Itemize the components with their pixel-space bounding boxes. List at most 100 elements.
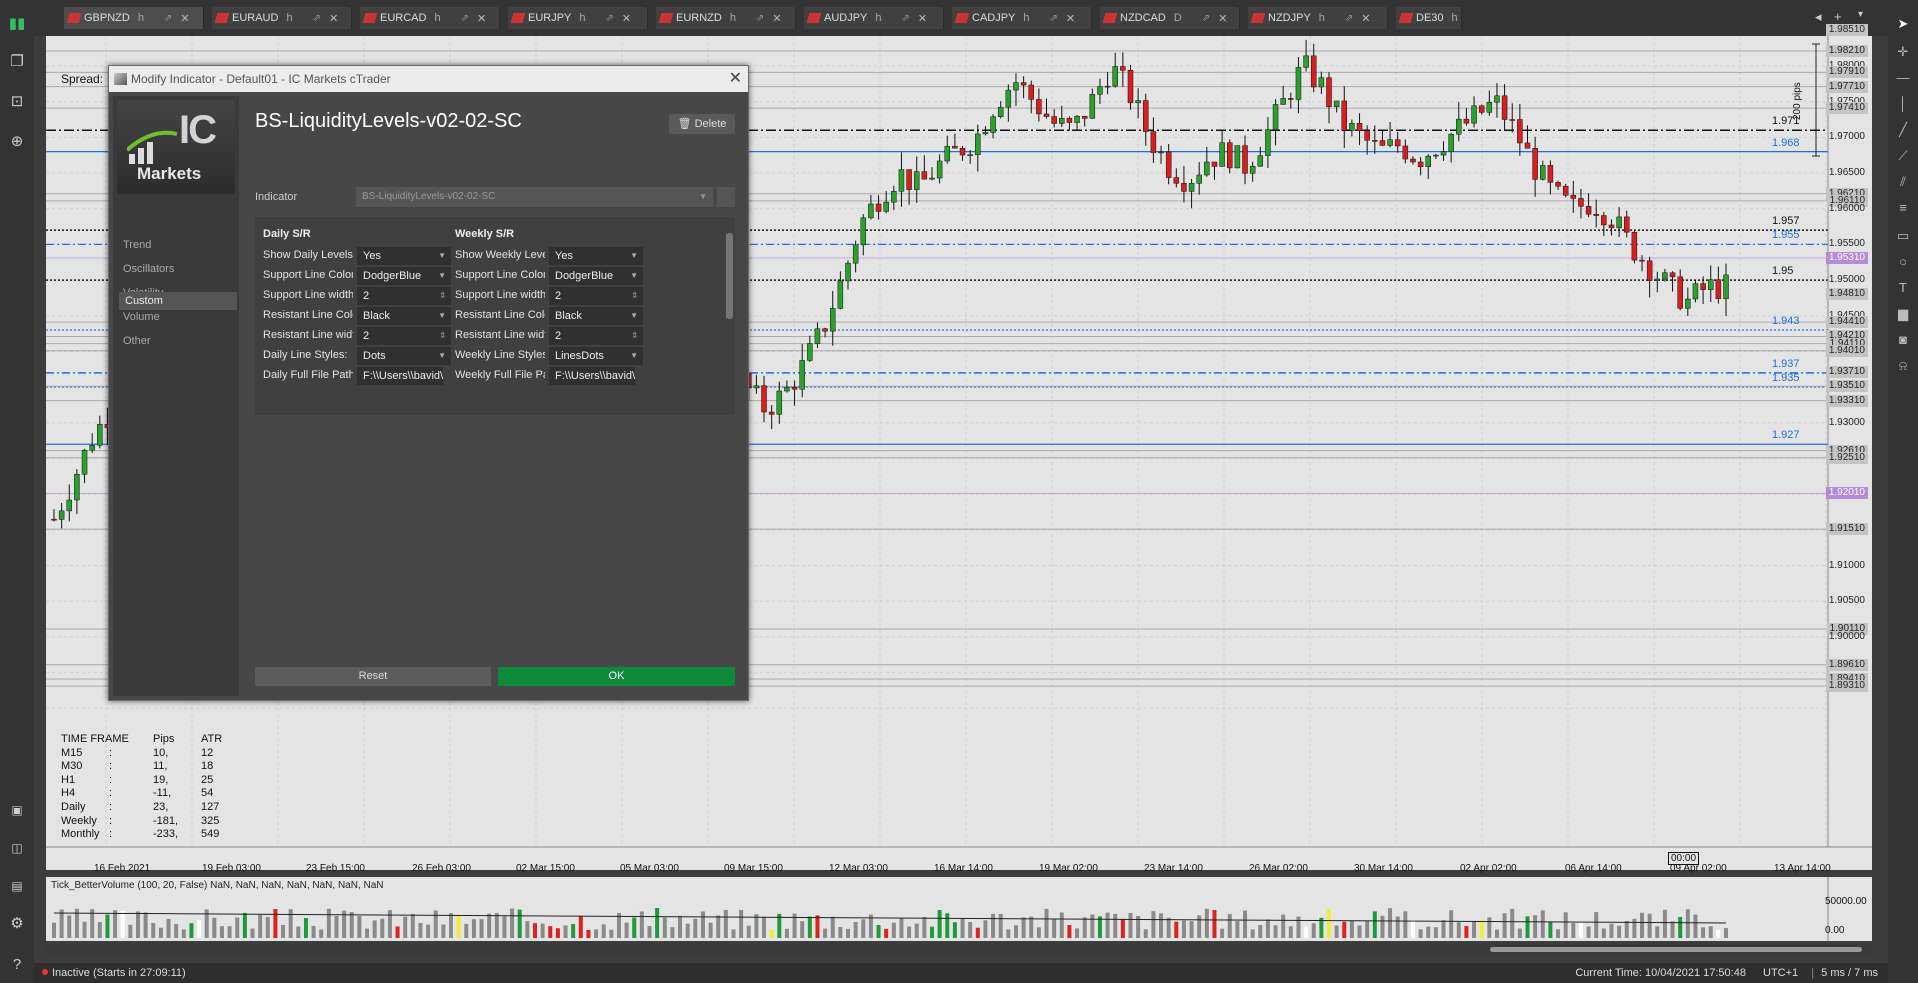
category-oscillators[interactable]: Oscillators [123,263,174,275]
stepper-arrows-icon[interactable]: ⇕ [439,287,446,305]
close-icon[interactable]: ✕ [918,12,927,25]
weekly-param-stepper[interactable]: 2 ⇕ [549,287,643,305]
crosshair-icon[interactable]: ✛ [1893,42,1913,62]
popout-icon[interactable]: ⇗ [1202,13,1210,24]
tab-eurjpy[interactable]: EURJPY h ⇗ ✕ [508,7,648,29]
copy-icon[interactable]: ❐ [7,52,27,72]
category-trend[interactable]: Trend [123,239,151,251]
chevron-down-icon[interactable]: ▼ [438,307,446,325]
popout-icon[interactable]: ⇗ [1345,13,1353,24]
tabs-menu-icon[interactable]: ▾ [1858,9,1863,20]
close-icon[interactable]: ✕ [1066,12,1075,25]
tab-nzdcad[interactable]: NZDCAD D ⇗ ✕ [1100,7,1240,29]
tab-de30[interactable]: DE30 h [1396,7,1462,29]
cursor-icon[interactable]: ➤ [1893,14,1913,34]
flag-icon [66,13,82,23]
weekly-param-dropdown[interactable]: Yes ▼ [549,247,643,265]
window-icon[interactable]: ▤ [7,876,27,896]
dialog-title-bar[interactable]: Modify Indicator - Default01 - IC Market… [109,66,748,92]
close-icon[interactable]: ✕ [772,12,781,25]
tab-nzdjpy[interactable]: NZDJPY h ⇗ ✕ [1248,7,1388,29]
close-icon[interactable]: ✕ [622,12,631,25]
tab-gbpnzd[interactable]: GBPNZD h ⇗ ✕ [64,7,204,29]
tab-eurcad[interactable]: EURCAD h ⇗ ✕ [360,7,500,29]
close-icon[interactable]: ✕ [1361,12,1370,25]
close-icon[interactable]: ✕ [329,12,338,25]
chevron-down-icon[interactable]: ▼ [630,347,638,365]
reset-button[interactable]: Reset [255,667,491,686]
popout-icon[interactable]: ⇗ [902,13,910,24]
weekly-param-stepper[interactable]: 2 ⇕ [549,327,643,345]
daily-param-stepper[interactable]: 2 ⇕ [357,287,451,305]
channel-icon[interactable]: ⫽ [1893,172,1913,192]
delete-button[interactable]: 🗑︎ Delete [669,114,735,134]
ok-button[interactable]: OK [498,667,735,686]
indicator-camera-button[interactable] [717,187,735,207]
weekly-param-dropdown[interactable]: LinesDots ▼ [549,347,643,365]
ray-icon[interactable]: ⟋ [1893,146,1913,166]
tab-cadjpy[interactable]: CADJPY h ⇗ ✕ [952,7,1092,29]
close-icon[interactable]: ✕ [180,12,189,25]
chevron-down-icon[interactable]: ▼ [438,247,446,265]
horizontal-line-icon[interactable]: — [1893,68,1913,88]
text-icon[interactable]: T [1893,278,1913,298]
tab-eurnzd[interactable]: EURNZD h ⇗ ✕ [656,7,796,29]
category-other[interactable]: Other [123,335,151,347]
daily-param-dropdown[interactable]: Yes ▼ [357,247,451,265]
category-volume[interactable]: Volume [123,311,160,323]
gear-icon[interactable]: ⚙ [7,914,27,934]
candle-body [1601,215,1607,226]
chevron-down-icon[interactable]: ▼ [630,267,638,285]
chevron-down-icon[interactable]: ▼ [438,347,446,365]
popout-icon[interactable]: ⇗ [1050,13,1058,24]
popout-icon[interactable]: ⇗ [164,13,172,24]
fibonacci-icon[interactable]: ≡ [1893,198,1913,218]
chevron-down-icon[interactable]: ▼ [630,247,638,265]
tab-euraud[interactable]: EURAUD h ⇗ ✕ [212,7,352,29]
daily-param-text-input[interactable]: F:\\Users\\bavid\\D/ [357,367,443,385]
tab-scroll-left-icon[interactable]: ◂ [1815,9,1822,25]
automate-icon[interactable]: ⊡ [7,92,27,112]
indicator-select[interactable]: BS-LiquidityLevels-v02-02-SC ▼ [356,187,713,207]
stepper-arrows-icon[interactable]: ⇕ [439,327,446,345]
popout-icon[interactable]: ⇗ [461,13,469,24]
chevron-down-icon[interactable]: ▼ [438,267,446,285]
trend-line-icon[interactable]: ╱ [1893,120,1913,140]
tab-timeframe: h [1318,12,1325,24]
daily-param-dropdown[interactable]: Dots ▼ [357,347,451,365]
tab-audjpy[interactable]: AUDJPY h ⇗ ✕ [804,7,944,29]
daily-param-dropdown[interactable]: Black ▼ [357,307,451,325]
camera-icon[interactable]: ◙ [1893,330,1913,350]
rectangle-icon[interactable]: ▭ [1893,226,1913,246]
weekly-param-dropdown[interactable]: DodgerBlue ▼ [549,267,643,285]
popout-icon[interactable]: ⇗ [756,13,764,24]
add-chart-icon[interactable]: + [1834,9,1842,24]
trade-icon[interactable]: ▮▮ [7,14,27,34]
parameters-scroll-thumb[interactable] [726,233,733,319]
close-icon[interactable]: ✕ [729,66,742,92]
analyze-icon[interactable]: ⊕ [7,132,27,152]
stepper-arrows-icon[interactable]: ⇕ [631,287,638,305]
alert-icon[interactable]: ⍾ [1893,356,1913,376]
help-icon[interactable]: ? [7,955,27,975]
ellipse-icon[interactable]: ○ [1893,252,1913,272]
daily-param-dropdown[interactable]: DodgerBlue ▼ [357,267,451,285]
timezone-selector[interactable]: UTC+1 [1763,967,1798,979]
daily-param-stepper[interactable]: 2 ⇕ [357,327,451,345]
close-icon[interactable]: ✕ [477,12,486,25]
popout-icon[interactable]: ⇗ [606,13,614,24]
stepper-arrows-icon[interactable]: ⇕ [631,327,638,345]
timeframe-cell: Weekly [61,814,97,827]
popout-icon[interactable]: ⇗ [313,13,321,24]
category-custom[interactable]: Custom [119,292,237,310]
chart-settings-icon[interactable]: ◫ [7,838,27,858]
weekly-param-text-input[interactable]: F:\\Users\\bavid\\D/ [549,367,635,385]
briefcase-icon[interactable]: ▣ [7,800,27,820]
vertical-line-icon[interactable]: │ [1893,94,1913,114]
close-icon[interactable]: ✕ [1218,12,1227,25]
horizontal-scroll-thumb[interactable] [1490,947,1862,952]
parameters-scrollbar[interactable] [726,221,733,411]
fill-icon[interactable]: ▆ [1893,304,1913,324]
chevron-down-icon[interactable]: ▼ [630,307,638,325]
weekly-param-dropdown[interactable]: Black ▼ [549,307,643,325]
